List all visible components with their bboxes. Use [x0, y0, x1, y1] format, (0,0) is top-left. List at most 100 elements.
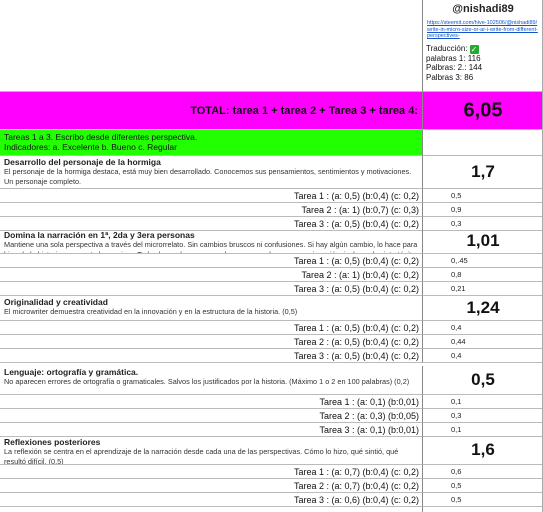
- next-row-left[interactable]: [0, 507, 423, 512]
- word-count-2: Palbras: 2.: 144: [426, 63, 483, 73]
- task-value-cell[interactable]: 0,44: [423, 335, 543, 349]
- task-value-cell[interactable]: 0,1: [423, 395, 543, 409]
- task-label: Tarea 1 : (a: 0,5) (b:0,4) (c: 0,2): [293, 256, 419, 266]
- task-value: 0,1: [451, 397, 462, 406]
- task-value-cell[interactable]: 0,5: [423, 189, 543, 203]
- category-score-cell[interactable]: 0,5: [423, 366, 543, 395]
- next-row-right[interactable]: [423, 507, 543, 512]
- category-desc-cell[interactable]: Lenguaje: ortografía y gramática. No apa…: [0, 366, 423, 395]
- task-label-cell[interactable]: Tarea 2 : (a: 0,7) (b:0,4) (c: 0,2): [0, 479, 423, 493]
- task-label: Tarea 2 : (a: 1) (b:0,7) (c: 0,3): [301, 205, 419, 215]
- task-label-cell[interactable]: Tarea 3 : (a: 0,5) (b:0,4) (c: 0,2): [0, 349, 423, 363]
- task-label-cell[interactable]: Tarea 2 : (a: 1) (b:0,4) (c: 0,2): [0, 268, 423, 282]
- task-row: Tarea 1 : (a: 0,1) (b:0,01) 0,1: [0, 395, 543, 409]
- category-desc-cell[interactable]: Originalidad y creatividad El microwrite…: [0, 296, 423, 321]
- header-left-cell[interactable]: [0, 0, 423, 92]
- task-label-cell[interactable]: Tarea 1 : (a: 0,7) (b:0,4) (c: 0,2): [0, 465, 423, 479]
- translation-label: Traducción:: [426, 43, 468, 53]
- task-row: Tarea 2 : (a: 1) (b:0,4) (c: 0,2) 0,8: [0, 268, 543, 282]
- word-count-1: palabras 1: 116: [426, 53, 481, 63]
- task-value: 0,8: [451, 270, 462, 279]
- category-score-cell[interactable]: 1,01: [423, 229, 543, 254]
- task-label-cell[interactable]: Tarea 3 : (a: 0,6) (b:0,4) (c: 0,2): [0, 493, 423, 507]
- task-value: 0,5: [451, 495, 462, 504]
- translation-line: Traducción: ✓: [423, 44, 543, 54]
- task-value-cell[interactable]: 0,21: [423, 282, 543, 296]
- task-label: Tarea 3 : (a: 0,6) (b:0,4) (c: 0,2): [293, 495, 419, 505]
- category-row: Originalidad y creatividad El microwrite…: [0, 296, 543, 321]
- category-description: Mantiene una sola perspectiva a través d…: [4, 240, 418, 254]
- header-row: @nishadi89 https://steemit.com/hive-1025…: [0, 0, 543, 92]
- category-score-cell[interactable]: 1,6: [423, 436, 543, 465]
- task-label: Tarea 3 : (a: 0,5) (b:0,4) (c: 0,2): [293, 284, 419, 294]
- task-label-cell[interactable]: Tarea 1 : (a: 0,5) (b:0,4) (c: 0,2): [0, 321, 423, 335]
- task-row: Tarea 2 : (a: 0,5) (b:0,4) (c: 0,2) 0,44: [0, 335, 543, 349]
- category-title: Originalidad y creatividad: [4, 297, 108, 307]
- task-label-cell[interactable]: Tarea 1 : (a: 0,5) (b:0,4) (c: 0,2): [0, 189, 423, 203]
- task-label-cell[interactable]: Tarea 1 : (a: 0,1) (b:0,01): [0, 395, 423, 409]
- task-label-cell[interactable]: Tarea 1 : (a: 0,5) (b:0,4) (c: 0,2): [0, 254, 423, 268]
- total-value-cell[interactable]: 6,05: [423, 92, 543, 130]
- header-right-cell[interactable]: @nishadi89 https://steemit.com/hive-1025…: [423, 0, 543, 92]
- total-value: 6,05: [463, 99, 503, 121]
- task-value: 0,44: [451, 337, 466, 346]
- category-score: 1,6: [471, 440, 495, 459]
- indicators-cell[interactable]: Tareas 1 a 3. Escribo desde diferentes p…: [0, 130, 423, 156]
- task-value: 0,6: [451, 467, 462, 476]
- task-row: Tarea 2 : (a: 0,7) (b:0,4) (c: 0,2) 0,5: [0, 479, 543, 493]
- category-score-cell[interactable]: 1,24: [423, 296, 543, 321]
- category-desc-cell[interactable]: Reflexiones posteriores La reflexión se …: [0, 436, 423, 465]
- task-value-cell[interactable]: 0,.45: [423, 254, 543, 268]
- task-value: 0,5: [451, 481, 462, 490]
- category-row: Desarrollo del personaje de la hormiga E…: [0, 156, 543, 189]
- task-label-cell[interactable]: Tarea 3 : (a: 0,5) (b:0,4) (c: 0,2): [0, 282, 423, 296]
- task-label-cell[interactable]: Tarea 3 : (a: 0,1) (b:0,01): [0, 423, 423, 437]
- task-label: Tarea 1 : (a: 0,7) (b:0,4) (c: 0,2): [293, 467, 419, 477]
- total-label-cell[interactable]: TOTAL: tarea 1 + tarea 2 + Tarea 3 + tar…: [0, 92, 423, 130]
- task-row: Tarea 3 : (a: 0,5) (b:0,4) (c: 0,2) 0,4: [0, 349, 543, 363]
- category-desc-cell[interactable]: Desarrollo del personaje de la hormiga E…: [0, 156, 423, 189]
- category-title: Reflexiones posteriores: [4, 437, 101, 447]
- task-row: Tarea 1 : (a: 0,7) (b:0,4) (c: 0,2) 0,6: [0, 465, 543, 479]
- task-value: 0,4: [451, 351, 462, 360]
- task-value-cell[interactable]: 0,8: [423, 268, 543, 282]
- task-value-cell[interactable]: 0,5: [423, 479, 543, 493]
- task-label-cell[interactable]: Tarea 2 : (a: 0,3) (b:0,05): [0, 409, 423, 423]
- task-label-cell[interactable]: Tarea 2 : (a: 1) (b:0,7) (c: 0,3): [0, 203, 423, 217]
- category-score: 1,7: [471, 162, 495, 181]
- task-value: 0,1: [451, 425, 462, 434]
- post-link[interactable]: https://steemit.com/hive-102506/@nishadi…: [423, 20, 543, 40]
- task-value-cell[interactable]: 0,6: [423, 465, 543, 479]
- category-title: Lenguaje: ortografía y gramática.: [4, 367, 139, 377]
- indicators-right-cell[interactable]: [423, 130, 543, 156]
- task-value-cell[interactable]: 0,4: [423, 321, 543, 335]
- task-value-cell[interactable]: 0,5: [423, 493, 543, 507]
- indicators-line1: Tareas 1 a 3. Escribo desde diferentes p…: [4, 132, 198, 142]
- category-row: Domina la narración en 1ª, 2da y 3era pe…: [0, 229, 543, 254]
- task-row: Tarea 3 : (a: 0,5) (b:0,4) (c: 0,2) 0,21: [0, 282, 543, 296]
- username: @nishadi89: [452, 3, 514, 15]
- word-count-3: Palbras 3: 86: [426, 73, 474, 83]
- grading-sheet: @nishadi89 https://steemit.com/hive-1025…: [0, 0, 543, 512]
- check-mark-icon: ✓: [469, 44, 479, 54]
- task-value: 0,9: [451, 205, 462, 214]
- task-label-cell[interactable]: Tarea 2 : (a: 0,5) (b:0,4) (c: 0,2): [0, 335, 423, 349]
- category-title: Domina la narración en 1ª, 2da y 3era pe…: [4, 230, 195, 240]
- task-row: Tarea 2 : (a: 0,3) (b:0,05) 0,3: [0, 409, 543, 423]
- task-label: Tarea 2 : (a: 0,5) (b:0,4) (c: 0,2): [293, 337, 419, 347]
- task-value-cell[interactable]: 0,9: [423, 203, 543, 217]
- category-desc-cell[interactable]: Domina la narración en 1ª, 2da y 3era pe…: [0, 229, 423, 254]
- task-value-cell[interactable]: 0,4: [423, 349, 543, 363]
- task-value-cell[interactable]: 0,3: [423, 409, 543, 423]
- category-score-cell[interactable]: 1,7: [423, 156, 543, 189]
- task-value: 0,3: [451, 411, 462, 420]
- task-value-cell[interactable]: 0,1: [423, 423, 543, 437]
- category-row: Lenguaje: ortografía y gramática. No apa…: [0, 366, 543, 395]
- task-label: Tarea 1 : (a: 0,1) (b:0,01): [319, 397, 419, 407]
- task-row: Tarea 2 : (a: 1) (b:0,7) (c: 0,3) 0,9: [0, 203, 543, 217]
- category-title: Desarrollo del personaje de la hormiga: [4, 157, 161, 167]
- indicators-line2: Indicadores: a. Excelente b. Bueno c. Re…: [4, 142, 177, 152]
- task-value: 0,.45: [451, 256, 468, 265]
- task-label: Tarea 2 : (a: 0,3) (b:0,05): [319, 411, 419, 421]
- category-description: La reflexión se centra en el aprendizaje…: [4, 447, 399, 465]
